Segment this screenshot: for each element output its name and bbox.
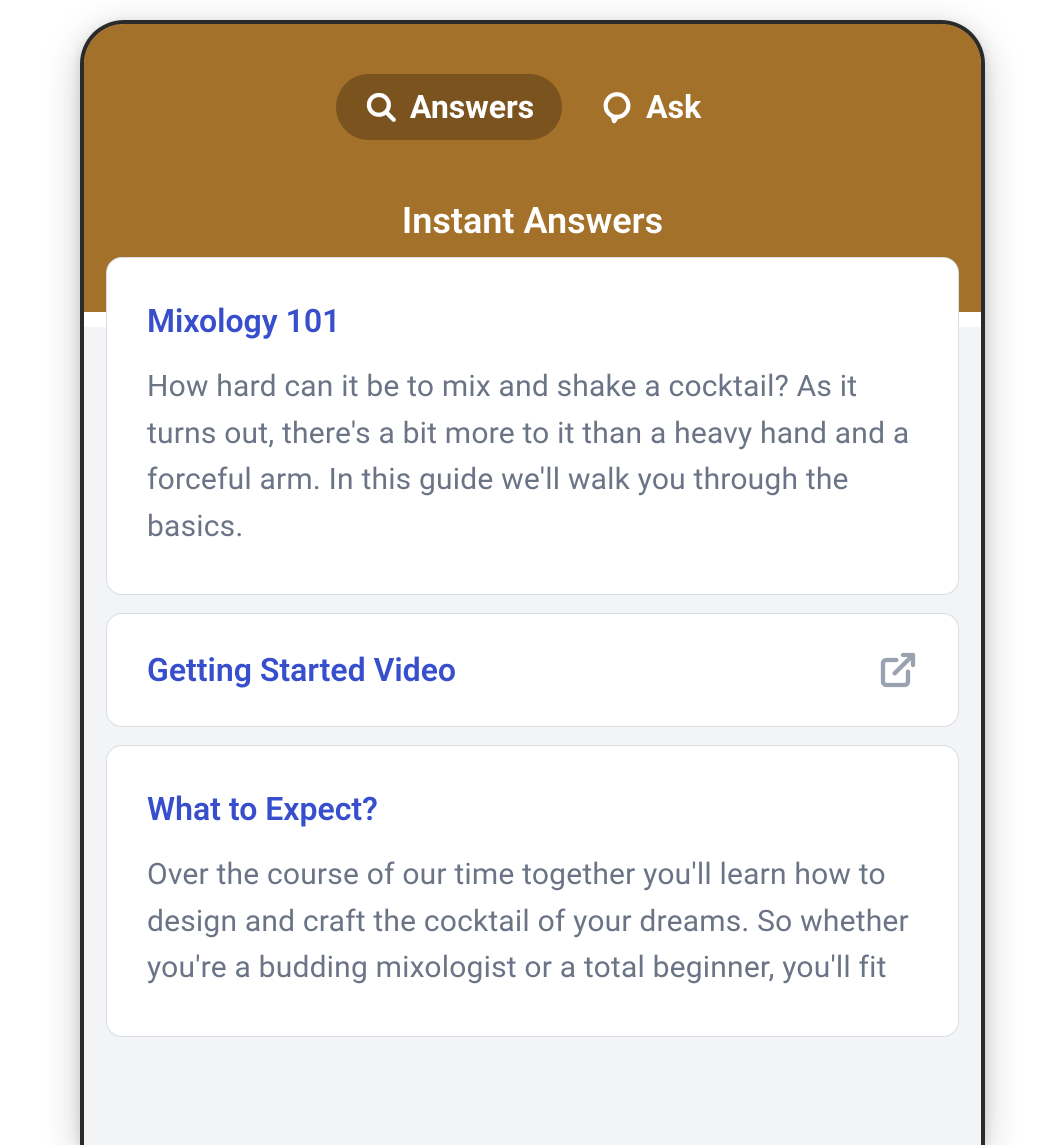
answer-card[interactable]: What to Expect? Over the course of our t… <box>106 745 959 1037</box>
answer-card[interactable]: Getting Started Video <box>106 613 959 727</box>
card-title: Getting Started Video <box>147 651 456 689</box>
device-frame: Answers Ask Instant Answers Mixology 101… <box>80 20 985 1145</box>
section-title: Instant Answers <box>402 200 663 242</box>
card-body: Over the course of our time together you… <box>147 852 918 992</box>
tab-ask[interactable]: Ask <box>572 74 729 140</box>
card-body: How hard can it be to mix and shake a co… <box>147 364 918 550</box>
tab-ask-label: Ask <box>646 88 701 126</box>
answer-card[interactable]: Mixology 101 How hard can it be to mix a… <box>106 257 959 595</box>
card-title: What to Expect? <box>147 790 918 828</box>
search-icon <box>364 90 398 124</box>
content-area: Mixology 101 How hard can it be to mix a… <box>84 257 981 1037</box>
tab-row: Answers Ask <box>336 74 729 140</box>
tab-answers[interactable]: Answers <box>336 74 562 140</box>
card-title: Mixology 101 <box>147 302 918 340</box>
external-link-icon <box>878 650 918 690</box>
chat-icon <box>600 90 634 124</box>
tab-answers-label: Answers <box>410 88 534 126</box>
